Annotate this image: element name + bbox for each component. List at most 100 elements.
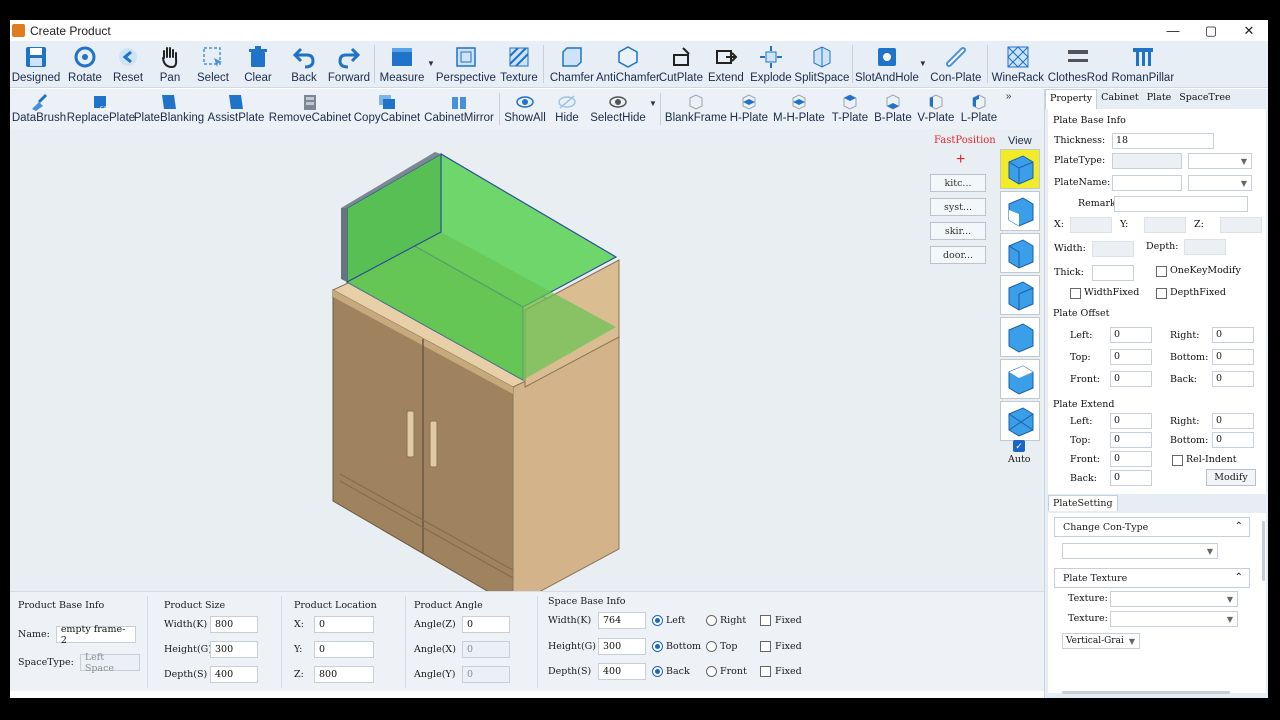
tab-plate[interactable]: Plate [1143, 89, 1176, 109]
assistplate-button[interactable]: AssistPlate [204, 89, 268, 129]
bottom-radio[interactable] [652, 641, 663, 652]
conplate-button[interactable]: Con-Plate [927, 41, 985, 88]
view-left-button[interactable] [1000, 275, 1040, 315]
slotandhole-button[interactable]: SlotAndHole [855, 41, 919, 88]
system-button[interactable]: syst... [930, 198, 986, 216]
offset-front-input[interactable]: 0 [1110, 371, 1152, 387]
hplate-button[interactable]: H-Plate [728, 89, 770, 129]
chamfer-button[interactable]: Chamfer [546, 41, 598, 88]
view-front-button[interactable] [1000, 191, 1040, 231]
platetype-dropdown[interactable]: ▼ [1188, 153, 1252, 169]
collapse-icon[interactable]: ⌃ [1235, 572, 1243, 583]
cutplate-button[interactable]: CutPlate [658, 41, 704, 88]
door-button[interactable]: door... [930, 246, 986, 264]
remarks-input[interactable] [1114, 196, 1248, 212]
widthfixed-checkbox[interactable] [1070, 288, 1081, 299]
loc-x-input[interactable]: 0 [314, 616, 374, 633]
view-iso-button[interactable] [1000, 149, 1040, 189]
replaceplate-button[interactable]: CAD ReplacePlate [67, 89, 135, 129]
texture-select-2[interactable]: ▼ [1110, 611, 1238, 627]
toolbar-overflow-icon[interactable]: » [1006, 91, 1012, 102]
fast-position-label[interactable]: FastPosition [934, 135, 996, 146]
width-input[interactable]: 800 [210, 616, 258, 633]
minimize-button[interactable]: — [1154, 20, 1192, 41]
hide-button[interactable]: Hide [547, 89, 587, 129]
explode-button[interactable]: Explode [748, 41, 794, 88]
con-type-select[interactable]: ▼ [1062, 543, 1218, 559]
copycabinet-button[interactable]: CopyCabinet [352, 89, 422, 129]
view-top-button[interactable] [1000, 359, 1040, 399]
depth-input[interactable]: 400 [210, 666, 258, 683]
add-icon[interactable]: + [956, 151, 965, 169]
cabinetmirror-button[interactable]: CabinetMirror [422, 89, 496, 129]
angle-z-input[interactable]: 0 [462, 616, 510, 633]
platename-dropdown[interactable]: ▼ [1188, 175, 1252, 191]
cabinet-model[interactable] [10, 129, 910, 591]
horizontal-scrollbar[interactable] [1062, 691, 1230, 694]
plateblanking-button[interactable]: PlateBlanking [134, 89, 204, 129]
tab-spacetree[interactable]: SpaceTree [1175, 89, 1234, 109]
romanpillar-button[interactable]: RomanPillar [1110, 41, 1176, 88]
space-width-input[interactable]: 764 [598, 612, 646, 629]
thickness-input[interactable]: 18 [1112, 133, 1214, 149]
rotate-button[interactable]: Rotate [62, 41, 108, 88]
3d-viewport[interactable]: FastPosition View + kitc... syst... skir… [10, 129, 1044, 591]
clothesrod-button[interactable]: ClothesRod [1046, 41, 1110, 88]
back-radio[interactable] [652, 666, 663, 677]
mhplate-button[interactable]: M-H-Plate [770, 89, 828, 129]
space-depth-input[interactable]: 400 [598, 663, 646, 680]
fixed-checkbox[interactable] [760, 615, 771, 626]
kitchen-button[interactable]: kitc... [930, 174, 986, 192]
modify-button[interactable]: Modify [1206, 469, 1256, 486]
offset-bottom-input[interactable]: 0 [1212, 349, 1254, 365]
measure-dropdown-icon[interactable]: ▼ [427, 59, 435, 68]
close-button[interactable]: ✕ [1230, 20, 1268, 41]
slot-dropdown-icon[interactable]: ▼ [919, 59, 927, 68]
tab-property[interactable]: Property [1045, 89, 1098, 109]
right-radio[interactable] [706, 615, 717, 626]
pan-button[interactable]: Pan [148, 41, 192, 88]
plate-texture-header[interactable]: Plate Texture ⌃ [1054, 568, 1250, 588]
top-radio[interactable] [706, 641, 717, 652]
winerack-button[interactable]: WineRack [990, 41, 1046, 88]
extend-bottom-input[interactable]: 0 [1212, 432, 1254, 448]
depthfixed-checkbox[interactable] [1156, 288, 1167, 299]
extend-left-input[interactable]: 0 [1110, 413, 1152, 429]
texture-button[interactable]: Texture [497, 41, 541, 88]
relindent-checkbox[interactable] [1172, 455, 1183, 466]
perspective-button[interactable]: Perspective [435, 41, 497, 88]
extend-button[interactable]: Extend [704, 41, 748, 88]
fixed-checkbox[interactable] [760, 666, 771, 677]
onekey-checkbox[interactable] [1156, 266, 1167, 277]
tplate-button[interactable]: T-Plate [828, 89, 872, 129]
back-button[interactable]: Back [282, 41, 326, 88]
clear-button[interactable]: Clear [234, 41, 282, 88]
offset-right-input[interactable]: 0 [1212, 327, 1254, 343]
thick-input[interactable] [1092, 265, 1134, 281]
view-bottom-button[interactable] [1000, 401, 1040, 441]
extend-right-input[interactable]: 0 [1212, 413, 1254, 429]
select-button[interactable]: Select [192, 41, 234, 88]
view-right-button[interactable] [1000, 317, 1040, 357]
removecabinet-button[interactable]: RemoveCabinet [268, 89, 352, 129]
blankframe-button[interactable]: BlankFrame [664, 89, 728, 129]
space-height-input[interactable]: 300 [598, 638, 646, 655]
extend-front-input[interactable]: 0 [1110, 451, 1152, 467]
change-con-type-header[interactable]: Change Con-Type ⌃ [1054, 517, 1250, 537]
texture-select-1[interactable]: ▼ [1110, 591, 1238, 607]
selecthide-dropdown-icon[interactable]: ▼ [649, 99, 657, 108]
height-input[interactable]: 300 [210, 641, 258, 658]
offset-left-input[interactable]: 0 [1110, 327, 1152, 343]
fixed-checkbox[interactable] [760, 641, 771, 652]
designed-button[interactable]: Designed [10, 41, 62, 88]
left-radio[interactable] [652, 615, 663, 626]
bplate-button[interactable]: B-Plate [872, 89, 914, 129]
vertical-scrollbar[interactable] [1262, 521, 1265, 581]
measure-button[interactable]: Measure [377, 41, 427, 88]
tab-plate-setting[interactable]: PlateSetting [1048, 495, 1118, 511]
extend-back-input[interactable]: 0 [1110, 470, 1152, 486]
selecthide-button[interactable]: SelectHide [587, 89, 649, 129]
front-radio[interactable] [706, 666, 717, 677]
forward-button[interactable]: Forward [326, 41, 372, 88]
loc-y-input[interactable]: 0 [314, 641, 374, 658]
